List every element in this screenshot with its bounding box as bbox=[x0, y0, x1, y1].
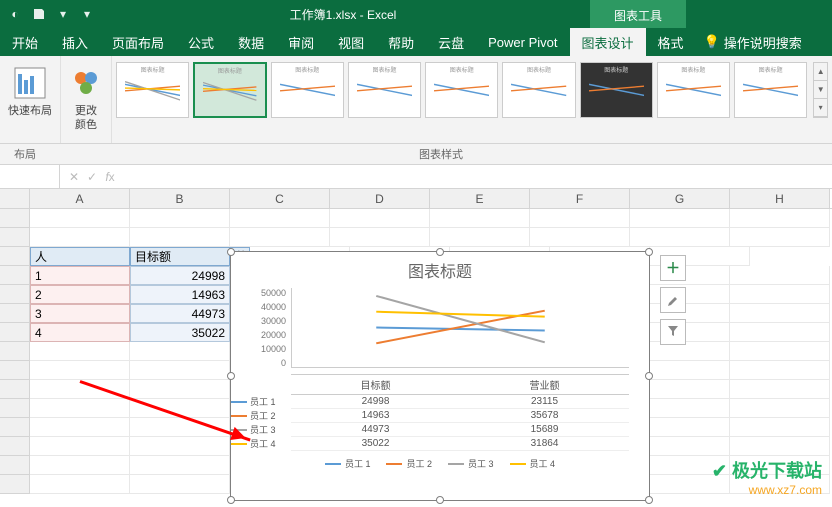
watermark: ✔ 极光下载站 www.xz7.com bbox=[712, 457, 822, 497]
chart-lines bbox=[292, 288, 629, 367]
row-header[interactable] bbox=[0, 247, 30, 266]
window-title: 工作簿1.xlsx - Excel bbox=[96, 6, 590, 23]
chart-style-4[interactable]: 图表标题 bbox=[348, 62, 421, 118]
row-header[interactable] bbox=[0, 209, 30, 228]
resize-handle[interactable] bbox=[227, 372, 235, 380]
chart-styles-gallery: 图表标题 图表标题 图表标题 图表标题 图表标题 图表标题 图表标题 图表标题 … bbox=[112, 56, 832, 143]
cell[interactable]: 3 bbox=[30, 304, 130, 323]
resize-handle[interactable] bbox=[436, 496, 444, 504]
tab-chart-design[interactable]: 图表设计 bbox=[570, 28, 646, 56]
save-icon[interactable] bbox=[30, 5, 48, 23]
col-header[interactable]: G bbox=[630, 189, 730, 208]
select-all-corner[interactable] bbox=[0, 189, 30, 208]
contextual-tab: 图表工具 bbox=[590, 0, 686, 28]
layout-group-label: 布局 bbox=[0, 144, 50, 164]
tab-view[interactable]: 视图 bbox=[326, 28, 376, 56]
formula-bar: ✕ ✓ fx bbox=[0, 165, 832, 189]
scroll-down-icon: ▼ bbox=[814, 81, 827, 99]
col-header[interactable]: B bbox=[130, 189, 230, 208]
ribbon: 快速布局 更改 颜色 图表标题 图表标题 图表标题 图表标题 图表标题 图表标题… bbox=[0, 56, 832, 144]
col-header[interactable]: H bbox=[730, 189, 830, 208]
funnel-icon bbox=[666, 324, 680, 341]
chart-style-3[interactable]: 图表标题 bbox=[271, 62, 344, 118]
plus-icon: ＋ bbox=[666, 258, 680, 278]
cell[interactable]: 人 bbox=[30, 247, 130, 266]
chart-style-5[interactable]: 图表标题 bbox=[425, 62, 498, 118]
scroll-more-icon: ▾ bbox=[814, 99, 827, 117]
chart-plot-area[interactable]: 50000400003000020000100000 bbox=[291, 288, 629, 368]
tab-data[interactable]: 数据 bbox=[226, 28, 276, 56]
title-bar: ◐ ▾ ▾ 工作簿1.xlsx - Excel 图表工具 bbox=[0, 0, 832, 28]
resize-handle[interactable] bbox=[645, 496, 653, 504]
resize-handle[interactable] bbox=[436, 248, 444, 256]
col-header[interactable]: A bbox=[30, 189, 130, 208]
cell[interactable]: 35022 bbox=[130, 323, 230, 342]
chart-style-6[interactable]: 图表标题 bbox=[502, 62, 575, 118]
tab-page-layout[interactable]: 页面布局 bbox=[100, 28, 176, 56]
resize-handle[interactable] bbox=[227, 248, 235, 256]
gallery-scroll[interactable]: ▲▼▾ bbox=[813, 62, 828, 118]
scroll-up-icon: ▲ bbox=[814, 63, 827, 81]
brush-icon bbox=[666, 292, 680, 309]
chart-style-1[interactable]: 图表标题 bbox=[116, 62, 189, 118]
tab-review[interactable]: 审阅 bbox=[276, 28, 326, 56]
autosave-icon[interactable]: ◐ bbox=[6, 5, 24, 23]
name-box[interactable] bbox=[0, 165, 60, 188]
tab-format[interactable]: 格式 bbox=[646, 28, 696, 56]
tab-help[interactable]: 帮助 bbox=[376, 28, 426, 56]
row-header[interactable] bbox=[0, 285, 30, 304]
resize-handle[interactable] bbox=[645, 372, 653, 380]
chart-legend[interactable]: 员工 1 员工 2 员工 3 员工 4 bbox=[231, 451, 649, 476]
fx-icon[interactable]: fx bbox=[102, 170, 118, 184]
chart-style-7[interactable]: 图表标题 bbox=[580, 62, 653, 118]
col-header[interactable]: C bbox=[230, 189, 330, 208]
chart-object[interactable]: 图表标题 50000400003000020000100000 目标额营业额 员… bbox=[230, 251, 650, 501]
change-colors-group[interactable]: 更改 颜色 bbox=[61, 56, 112, 143]
spreadsheet-grid: A B C D E F G H 人 目标额 营 1 24998 2 14963 … bbox=[0, 189, 832, 494]
col-header[interactable]: D bbox=[330, 189, 430, 208]
column-headers: A B C D E F G H bbox=[0, 189, 832, 209]
col-header[interactable]: F bbox=[530, 189, 630, 208]
cell[interactable]: 目标额 bbox=[130, 247, 230, 266]
styles-group-label: 图表样式 bbox=[50, 144, 832, 164]
tab-insert[interactable]: 插入 bbox=[50, 28, 100, 56]
change-colors-icon bbox=[69, 66, 103, 100]
y-axis: 50000400003000020000100000 bbox=[241, 288, 286, 368]
cell[interactable]: 24998 bbox=[130, 266, 230, 285]
tab-cloud[interactable]: 云盘 bbox=[426, 28, 476, 56]
qat-dropdown-icon[interactable]: ▾ bbox=[54, 5, 72, 23]
resize-handle[interactable] bbox=[645, 248, 653, 256]
chart-filters-button[interactable] bbox=[660, 319, 686, 345]
tab-home[interactable]: 开始 bbox=[0, 28, 50, 56]
chart-data-table: 目标额营业额 员工 12499823115 员工 21496335678 员工 … bbox=[291, 374, 629, 451]
row-header[interactable] bbox=[0, 228, 30, 247]
row-header[interactable] bbox=[0, 304, 30, 323]
row-header[interactable] bbox=[0, 266, 30, 285]
cell[interactable]: 1 bbox=[30, 266, 130, 285]
enter-icon[interactable]: ✓ bbox=[84, 170, 100, 184]
chart-style-8[interactable]: 图表标题 bbox=[657, 62, 730, 118]
chart-title[interactable]: 图表标题 bbox=[231, 252, 649, 288]
bulb-icon: 💡 bbox=[704, 34, 720, 50]
chart-style-2[interactable]: 图表标题 bbox=[193, 62, 266, 118]
ribbon-tabs: 开始 插入 页面布局 公式 数据 审阅 视图 帮助 云盘 Power Pivot… bbox=[0, 28, 832, 56]
cell[interactable]: 4 bbox=[30, 323, 130, 342]
tab-formulas[interactable]: 公式 bbox=[176, 28, 226, 56]
cell[interactable]: 44973 bbox=[130, 304, 230, 323]
col-header[interactable]: E bbox=[430, 189, 530, 208]
qat-more-icon[interactable]: ▾ bbox=[78, 5, 96, 23]
resize-handle[interactable] bbox=[227, 496, 235, 504]
chart-style-9[interactable]: 图表标题 bbox=[734, 62, 807, 118]
chart-styles-button[interactable] bbox=[660, 287, 686, 313]
quick-layout-icon bbox=[13, 66, 47, 100]
tab-powerpivot[interactable]: Power Pivot bbox=[476, 28, 569, 56]
tell-me[interactable]: 💡 操作说明搜索 bbox=[696, 33, 810, 52]
chart-elements-button[interactable]: ＋ bbox=[660, 255, 686, 281]
row-header[interactable] bbox=[0, 323, 30, 342]
cell[interactable]: 2 bbox=[30, 285, 130, 304]
cancel-icon[interactable]: ✕ bbox=[66, 170, 82, 184]
cell[interactable]: 14963 bbox=[130, 285, 230, 304]
quick-layout-group[interactable]: 快速布局 bbox=[0, 56, 61, 143]
